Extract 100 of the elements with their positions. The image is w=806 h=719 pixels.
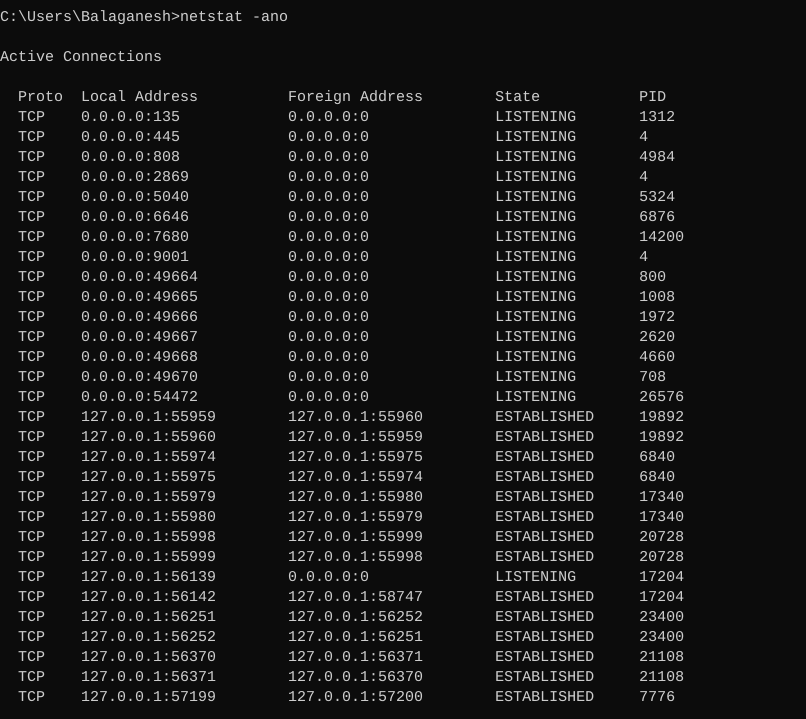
table-cell: 127.0.0.1:56251 (288, 628, 424, 648)
table-cell: LISTENING (495, 108, 576, 128)
table-cell: 0.0.0.0:0 (288, 248, 370, 268)
table-cell: 127.0.0.1:55960 (288, 408, 424, 428)
table-cell: TCP (18, 288, 46, 308)
table-cell: TCP (18, 608, 46, 628)
table-cell: 0.0.0.0:0 (288, 288, 370, 308)
table-cell: 0.0.0.0:0 (288, 308, 370, 328)
table-cell: 0.0.0.0:49664 (81, 268, 198, 288)
table-cell: 127.0.0.1:55999 (288, 528, 424, 548)
table-cell: 0.0.0.0:0 (288, 188, 370, 208)
table-cell: ESTABLISHED (495, 688, 594, 708)
table-cell: 17340 (639, 488, 684, 508)
table-cell: 21108 (639, 648, 684, 668)
column-header: Proto (18, 88, 64, 108)
table-cell: LISTENING (495, 228, 576, 248)
table-cell: 127.0.0.1:55959 (288, 428, 424, 448)
table-cell: ESTABLISHED (495, 448, 594, 468)
table-cell: 4660 (639, 348, 676, 368)
table-cell: 127.0.0.1:55974 (81, 448, 216, 468)
table-cell: 1008 (639, 288, 676, 308)
table-cell: TCP (18, 408, 46, 428)
table-cell: LISTENING (495, 348, 576, 368)
table-cell: ESTABLISHED (495, 468, 594, 488)
table-cell: TCP (18, 548, 46, 568)
table-cell: 14200 (639, 228, 684, 248)
table-cell: 0.0.0.0:135 (81, 108, 180, 128)
table-cell: 1972 (639, 308, 676, 328)
table-cell: 0.0.0.0:0 (288, 388, 370, 408)
table-cell: TCP (18, 588, 46, 608)
table-cell: ESTABLISHED (495, 408, 594, 428)
table-cell: 0.0.0.0:49667 (81, 328, 198, 348)
table-cell: TCP (18, 628, 46, 648)
table-cell: TCP (18, 448, 46, 468)
column-header: State (495, 88, 540, 108)
table-cell: 127.0.0.1:56142 (81, 588, 216, 608)
table-cell: 4984 (639, 148, 676, 168)
table-cell: TCP (18, 328, 46, 348)
table-cell: TCP (18, 168, 46, 188)
table-cell: 4 (639, 128, 648, 148)
table-cell: 0.0.0.0:0 (288, 568, 370, 588)
table-cell: 23400 (639, 608, 684, 628)
table-cell: TCP (18, 268, 46, 288)
table-cell: 127.0.0.1:55999 (81, 548, 216, 568)
table-cell: LISTENING (495, 368, 576, 388)
table-cell: 127.0.0.1:55980 (81, 508, 216, 528)
table-cell: 0.0.0.0:7680 (81, 228, 190, 248)
section-heading: Active Connections (0, 49, 162, 66)
column-header: Local Address (81, 88, 198, 108)
table-cell: 127.0.0.1:58747 (288, 588, 424, 608)
table-cell: 127.0.0.1:56370 (81, 648, 216, 668)
table-cell: 1312 (639, 108, 676, 128)
table-cell: TCP (18, 228, 46, 248)
table-cell: 0.0.0.0:49668 (81, 348, 198, 368)
table-cell: LISTENING (495, 328, 576, 348)
table-cell: 0.0.0.0:0 (288, 128, 370, 148)
column-header: Foreign Address (288, 88, 424, 108)
table-cell: ESTABLISHED (495, 428, 594, 448)
table-cell: ESTABLISHED (495, 648, 594, 668)
table-cell: 4 (639, 248, 648, 268)
table-cell: LISTENING (495, 248, 576, 268)
table-cell: 127.0.0.1:57200 (288, 688, 424, 708)
table-cell: 127.0.0.1:55979 (81, 488, 216, 508)
table-cell: 20728 (639, 528, 684, 548)
table-cell: LISTENING (495, 388, 576, 408)
table-cell: 0.0.0.0:0 (288, 368, 370, 388)
table-cell: TCP (18, 308, 46, 328)
table-cell: 0.0.0.0:49666 (81, 308, 198, 328)
table-cell: 0.0.0.0:0 (288, 348, 370, 368)
table-cell: TCP (18, 568, 46, 588)
table-cell: 26576 (639, 388, 684, 408)
table-cell: 0.0.0.0:0 (288, 148, 370, 168)
table-cell: 127.0.0.1:55998 (288, 548, 424, 568)
table-cell: 800 (639, 268, 666, 288)
table-cell: 6840 (639, 468, 676, 488)
table-cell: LISTENING (495, 288, 576, 308)
table-cell: 127.0.0.1:56370 (288, 668, 424, 688)
table-cell: 0.0.0.0:0 (288, 208, 370, 228)
table-cell: TCP (18, 368, 46, 388)
table-cell: TCP (18, 208, 46, 228)
table-cell: 17204 (639, 568, 684, 588)
table-cell: 127.0.0.1:55975 (288, 448, 424, 468)
table-cell: LISTENING (495, 128, 576, 148)
table-cell: TCP (18, 528, 46, 548)
table-cell: 127.0.0.1:56139 (81, 568, 216, 588)
table-cell: 127.0.0.1:56252 (288, 608, 424, 628)
table-cell: 17204 (639, 588, 684, 608)
table-cell: 6840 (639, 448, 676, 468)
table-cell: LISTENING (495, 268, 576, 288)
table-cell: 127.0.0.1:55998 (81, 528, 216, 548)
column-header: PID (639, 88, 666, 108)
table-cell: 0.0.0.0:0 (288, 108, 370, 128)
table-cell: TCP (18, 388, 46, 408)
table-cell: TCP (18, 428, 46, 448)
table-cell: 127.0.0.1:56252 (81, 628, 216, 648)
table-cell: 0.0.0.0:49665 (81, 288, 198, 308)
table-cell: 127.0.0.1:56371 (288, 648, 424, 668)
table-cell: 127.0.0.1:55960 (81, 428, 216, 448)
table-cell: ESTABLISHED (495, 548, 594, 568)
table-cell: TCP (18, 128, 46, 148)
